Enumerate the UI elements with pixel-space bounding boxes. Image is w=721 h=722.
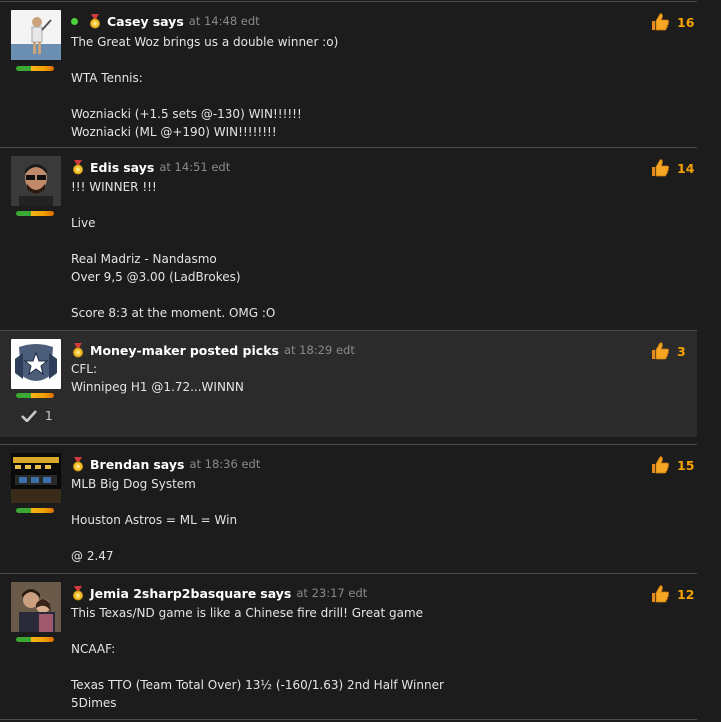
comment-post: Edis says at 14:51 edt !!! WINNER !!! Li…: [0, 147, 697, 330]
comment-line: MLB Big Dog System: [71, 477, 196, 491]
comment-line: [71, 529, 237, 547]
comment-line: [71, 658, 444, 676]
comment-line: Wozniacki (ML @+190) WIN!!!!!!!!: [71, 125, 277, 139]
reputation-meter: [16, 637, 54, 642]
pick-confirmations[interactable]: 1: [21, 409, 53, 423]
comment-line: Wozniacki (+1.5 sets @-130) WIN!!!!!!: [71, 107, 302, 121]
comment-header: Jemia 2sharp2basquare says at 23:17 edt: [71, 584, 367, 602]
like-counter[interactable]: 12: [650, 584, 694, 604]
thumbs-up-icon[interactable]: [650, 158, 670, 178]
comment-line: This Texas/ND game is like a Chinese fir…: [71, 606, 424, 620]
comment-line: [71, 87, 338, 105]
timestamp: at 23:17 edt: [296, 586, 368, 600]
checkmark-icon: [21, 410, 37, 422]
reputation-meter: [16, 393, 54, 398]
avatar[interactable]: [11, 453, 61, 503]
comment-line: Over 9,5 @3.00 (LadBrokes): [71, 270, 241, 284]
avatar[interactable]: [11, 339, 61, 389]
comment-line: Winnipeg H1 @1.72...WINNN: [71, 380, 244, 394]
like-count: 12: [677, 586, 695, 602]
author-verb: says: [260, 585, 292, 601]
divider: [0, 719, 697, 720]
reputation-meter: [16, 211, 54, 216]
comment-feed: Casey says at 14:48 edt The Great Woz br…: [0, 0, 721, 722]
comment-header: Money-maker posted picks at 18:29 edt: [71, 341, 355, 359]
comment-body: This Texas/ND game is like a Chinese fir…: [71, 604, 444, 712]
comment-line: The Great Woz brings us a double winner …: [71, 35, 339, 49]
comment-post: Casey says at 14:48 edt The Great Woz br…: [0, 1, 697, 148]
comment-line: 5Dimes: [71, 696, 117, 710]
comment-line: [71, 232, 275, 250]
medal-icon: [73, 585, 83, 600]
like-count: 3: [677, 343, 686, 359]
comment-line: [71, 196, 275, 214]
comment-line: Houston Astros = ML = Win: [71, 513, 238, 527]
avatar[interactable]: [11, 10, 61, 60]
like-count: 15: [677, 457, 695, 473]
comment-header: Brendan says at 18:36 edt: [71, 455, 260, 473]
comment-line: Live: [71, 216, 96, 230]
like-count: 16: [677, 14, 695, 30]
comment-body: The Great Woz brings us a double winner …: [71, 33, 338, 141]
comment-body: CFL: Winnipeg H1 @1.72...WINNN: [71, 360, 244, 396]
comment-body: MLB Big Dog System Houston Astros = ML =…: [71, 475, 237, 565]
comment-line: CFL:: [71, 362, 98, 376]
comment-line: @ 2.47: [71, 549, 114, 563]
author-name[interactable]: Money-maker: [90, 343, 186, 358]
comment-line: [71, 51, 338, 69]
comment-post: Money-maker posted picks at 18:29 edt CF…: [0, 330, 697, 437]
like-counter[interactable]: 14: [650, 158, 694, 178]
medal-icon: [73, 456, 83, 471]
timestamp: at 18:29 edt: [283, 343, 355, 357]
like-counter[interactable]: 16: [650, 12, 694, 32]
thumbs-up-icon[interactable]: [650, 341, 670, 361]
author-verb: posted picks: [189, 342, 279, 358]
timestamp: at 14:48 edt: [188, 14, 260, 28]
avatar[interactable]: [11, 156, 61, 206]
reputation-meter: [16, 508, 54, 513]
comment-body: !!! WINNER !!! Live Real Madriz - Nandas…: [71, 178, 275, 322]
author-name[interactable]: Casey: [107, 14, 149, 29]
author-name[interactable]: Edis: [90, 160, 119, 175]
comment-line: !!! WINNER !!!: [71, 180, 157, 194]
author-verb: says: [152, 13, 184, 29]
comment-line: Real Madriz - Nandasmo: [71, 252, 217, 266]
like-count: 14: [677, 160, 695, 176]
comment-post: Brendan says at 18:36 edt MLB Big Dog Sy…: [0, 444, 697, 574]
avatar[interactable]: [11, 582, 61, 632]
comment-header: Edis says at 14:51 edt: [71, 158, 230, 176]
timestamp: at 18:36 edt: [189, 457, 261, 471]
author-name[interactable]: Brendan: [90, 457, 149, 472]
comment-line: [71, 286, 275, 304]
comment-line: NCAAF:: [71, 642, 116, 656]
check-count: 1: [45, 409, 53, 423]
like-counter[interactable]: 15: [650, 455, 694, 475]
online-status-icon: [71, 17, 78, 25]
comment-line: WTA Tennis:: [71, 71, 143, 85]
timestamp: at 14:51 edt: [159, 160, 231, 174]
medal-icon: [73, 342, 83, 357]
thumbs-up-icon[interactable]: [650, 455, 670, 475]
medal-icon: [73, 159, 83, 174]
like-counter[interactable]: 3: [650, 341, 686, 361]
medal-icon: [90, 13, 100, 28]
comment-line: [71, 622, 444, 640]
author-name[interactable]: Jemia 2sharp2basquare: [90, 586, 256, 601]
comment-post: Jemia 2sharp2basquare says at 23:17 edt …: [0, 573, 697, 721]
comment-header: Casey says at 14:48 edt: [71, 12, 260, 30]
author-verb: says: [153, 456, 185, 472]
comment-line: Score 8:3 at the moment. OMG :O: [71, 306, 276, 320]
comment-line: Texas TTO (Team Total Over) 13½ (-160/1.…: [71, 678, 444, 692]
comment-line: [71, 493, 237, 511]
thumbs-up-icon[interactable]: [650, 584, 670, 604]
reputation-meter: [16, 66, 54, 71]
author-verb: says: [123, 159, 155, 175]
thumbs-up-icon[interactable]: [650, 12, 670, 32]
